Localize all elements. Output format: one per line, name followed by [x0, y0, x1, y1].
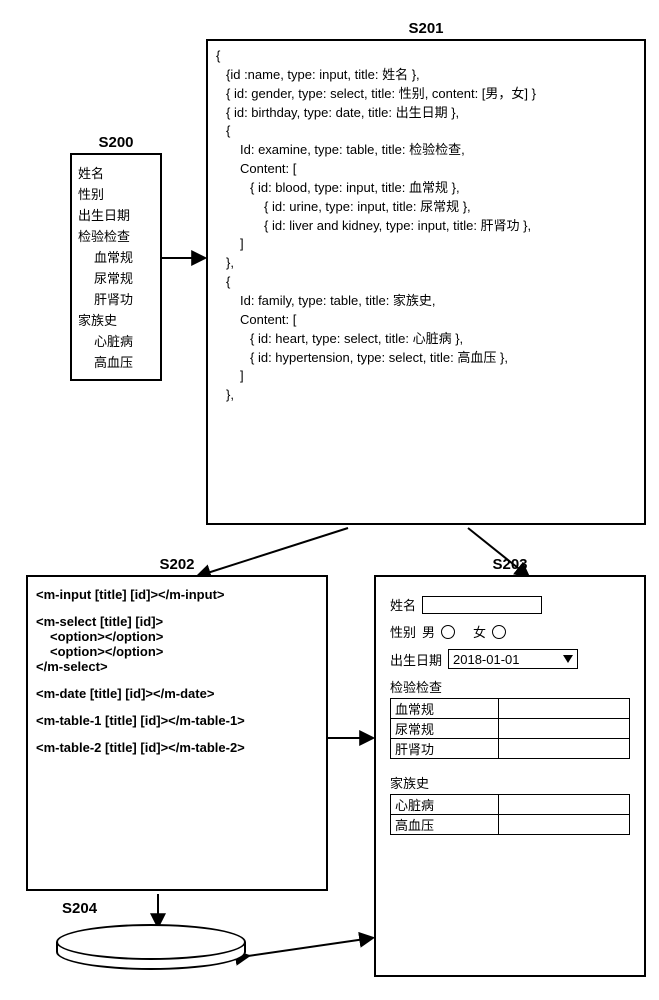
table-cell-value[interactable]: [498, 699, 629, 719]
list-item: 检验检查: [78, 226, 154, 245]
code-line: { id: liver and kidney, type: input, tit…: [216, 217, 636, 236]
code-line: {: [216, 47, 636, 66]
chevron-down-icon: [563, 655, 573, 663]
code-line: { id: gender, type: select, title: 性别, c…: [216, 85, 636, 104]
birthday-value: 2018-01-01: [453, 652, 520, 667]
code-line: <m-table-1 [title] [id]></m-table-1>: [36, 713, 318, 728]
table-cell-value[interactable]: [498, 815, 629, 835]
gender-option-male-radio[interactable]: [441, 625, 455, 639]
label-s201: S201: [206, 20, 646, 37]
code-line: },: [216, 254, 636, 273]
list-item: 高血压: [78, 352, 154, 371]
table-row: 血常规: [391, 699, 630, 719]
table-cell-value[interactable]: [498, 795, 629, 815]
box-s202: <m-input [title] [id]></m-input> <m-selec…: [26, 575, 328, 891]
name-label: 姓名: [390, 595, 416, 614]
table-row: 尿常规: [391, 719, 630, 739]
gender-option-male-label: 男: [422, 622, 435, 641]
code-line: {id :name, type: input, title: 姓名 },: [216, 66, 636, 85]
code-line: ]: [216, 235, 636, 254]
list-item: 出生日期: [78, 205, 154, 224]
code-line: <option></option>: [36, 644, 318, 659]
table-cell-label: 血常规: [391, 699, 499, 719]
code-line: { id: blood, type: input, title: 血常规 },: [216, 179, 636, 198]
list-item: 血常规: [78, 247, 154, 266]
code-line: <m-table-2 [title] [id]></m-table-2>: [36, 740, 318, 755]
list-item: 姓名: [78, 163, 154, 182]
code-line: { id: birthday, type: date, title: 出生日期 …: [216, 104, 636, 123]
code-line: <option></option>: [36, 629, 318, 644]
code-line: {: [216, 273, 636, 292]
birthday-label: 出生日期: [390, 650, 442, 669]
name-input[interactable]: [422, 596, 542, 614]
examine-title: 检验检查: [390, 677, 630, 696]
code-line: <m-select [title] [id]>: [36, 614, 318, 629]
code-line: },: [216, 386, 636, 405]
code-line: <m-input [title] [id]></m-input>: [36, 587, 318, 602]
label-s200: S200: [70, 134, 162, 151]
code-line: {: [216, 122, 636, 141]
table-cell-value[interactable]: [498, 719, 629, 739]
label-s204: S204: [62, 900, 97, 917]
box-s200: 姓名性别出生日期检验检查血常规尿常规肝肾功家族史心脏病高血压: [70, 153, 162, 381]
box-s203: 姓名 性别 男 女 出生日期 2018-01-01: [374, 575, 646, 977]
label-s203: S203: [374, 556, 646, 573]
gender-option-female-radio[interactable]: [492, 625, 506, 639]
birthday-select[interactable]: 2018-01-01: [448, 649, 578, 669]
table-row: 肝肾功: [391, 739, 630, 759]
gender-option-female-label: 女: [473, 622, 486, 641]
box-s201: {{id :name, type: input, title: 姓名 },{ i…: [206, 39, 646, 525]
code-line: { id: heart, type: select, title: 心脏病 },: [216, 330, 636, 349]
code-line: Content: [: [216, 311, 636, 330]
code-line: </m-select>: [36, 659, 318, 674]
list-item: 尿常规: [78, 268, 154, 287]
table-row: 心脏病: [391, 795, 630, 815]
code-line: { id: hypertension, type: select, title:…: [216, 349, 636, 368]
table-cell-label: 心脏病: [391, 795, 499, 815]
list-item: 性别: [78, 184, 154, 203]
table-cell-label: 肝肾功: [391, 739, 499, 759]
code-line: Content: [: [216, 160, 636, 179]
code-line: { id: urine, type: input, title: 尿常规 },: [216, 198, 636, 217]
gender-label: 性别: [390, 622, 416, 641]
code-line: Id: family, type: table, title: 家族史,: [216, 292, 636, 311]
code-line: ]: [216, 367, 636, 386]
table-cell-value[interactable]: [498, 739, 629, 759]
list-item: 家族史: [78, 310, 154, 329]
family-title: 家族史: [390, 773, 630, 792]
label-s202: S202: [26, 556, 328, 573]
family-table: 心脏病高血压: [390, 794, 630, 835]
table-row: 高血压: [391, 815, 630, 835]
list-item: 肝肾功: [78, 289, 154, 308]
examine-table: 血常规尿常规肝肾功: [390, 698, 630, 759]
database-cylinder: [56, 924, 246, 970]
code-line: <m-date [title] [id]></m-date>: [36, 686, 318, 701]
table-cell-label: 高血压: [391, 815, 499, 835]
table-cell-label: 尿常规: [391, 719, 499, 739]
list-item: 心脏病: [78, 331, 154, 350]
code-line: Id: examine, type: table, title: 检验检查,: [216, 141, 636, 160]
